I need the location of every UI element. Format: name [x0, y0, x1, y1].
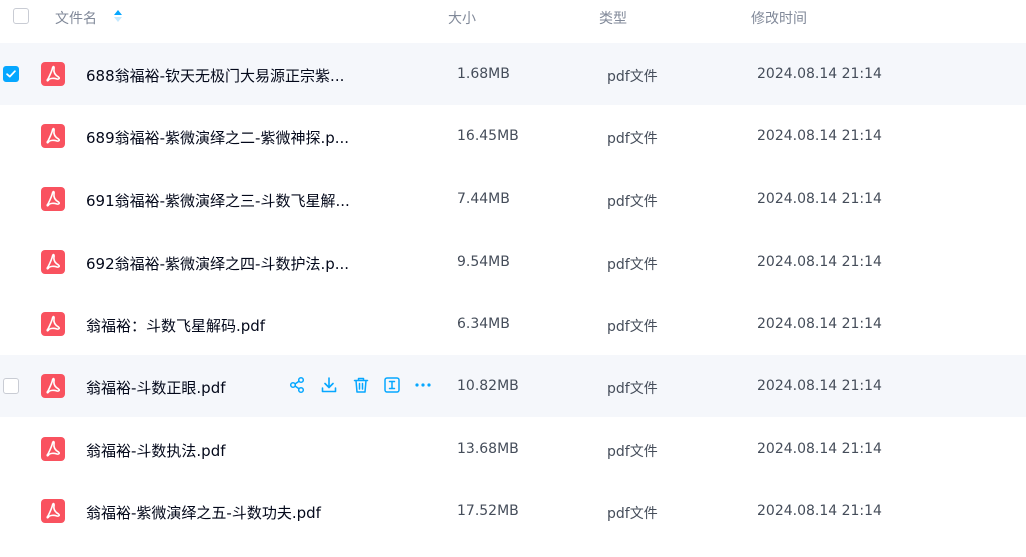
- file-name[interactable]: 翁福裕-紫微演绎之五-斗数功夫.pdf: [86, 502, 321, 523]
- file-size: 17.52MB: [457, 503, 519, 519]
- pdf-file-icon: [40, 373, 66, 399]
- file-modified-time: 2024.08.14 21:14: [757, 66, 882, 82]
- pdf-file-icon: [40, 186, 66, 212]
- table-header: 文件名 大小 类型 修改时间: [0, 0, 1026, 36]
- file-modified-time: 2024.08.14 21:14: [757, 254, 882, 270]
- file-type: pdf文件: [607, 131, 658, 147]
- file-type: pdf文件: [607, 506, 658, 522]
- file-type: pdf文件: [607, 69, 658, 85]
- file-row[interactable]: 688翁福裕-钦天无极门大易源正宗紫... 1.68MB pdf文件 2024.08.…: [0, 43, 1026, 105]
- row-checkbox[interactable]: [3, 66, 19, 82]
- file-type: pdf文件: [607, 194, 658, 210]
- file-name[interactable]: 翁福裕：斗数飞星解码.pdf: [86, 315, 265, 336]
- file-modified-time: 2024.08.14 21:14: [757, 441, 882, 457]
- column-header-modified[interactable]: 修改时间: [751, 8, 807, 28]
- file-size: 9.54MB: [457, 254, 510, 270]
- file-size: 1.68MB: [457, 66, 510, 82]
- sort-icon[interactable]: [113, 9, 123, 23]
- pdf-file-icon: [40, 498, 66, 524]
- file-table: 文件名 大小 类型 修改时间 688翁福裕-钦天无极门大易源正宗紫... 1.68…: [0, 0, 1026, 557]
- file-name[interactable]: 翁福裕-斗数执法.pdf: [86, 440, 226, 461]
- pdf-file-icon: [40, 436, 66, 462]
- select-all-checkbox[interactable]: [13, 8, 29, 24]
- file-modified-time: 2024.08.14 21:14: [757, 503, 882, 519]
- more-icon[interactable]: [413, 375, 433, 395]
- file-row[interactable]: 691翁福裕-紫微演绎之三-斗数飞星解... 7.44MB pdf文件 2024.08…: [0, 168, 1026, 230]
- file-modified-time: 2024.08.14 21:14: [757, 191, 882, 207]
- file-modified-time: 2024.08.14 21:14: [757, 316, 882, 332]
- file-name[interactable]: 691翁福裕-紫微演绎之三-斗数飞星解...: [86, 190, 350, 211]
- file-size: 13.68MB: [457, 441, 519, 457]
- column-header-type[interactable]: 类型: [599, 8, 627, 28]
- file-row[interactable]: 689翁福裕-紫微演绎之二-紫微神探.p... 16.45MB pdf文件 2024.…: [0, 105, 1026, 167]
- file-name[interactable]: 翁福裕-斗数正眼.pdf: [86, 377, 226, 398]
- file-row[interactable]: 692翁福裕-紫微演绎之四-斗数护法.p... 9.54MB pdf文件 2024.0…: [0, 231, 1026, 293]
- file-type: pdf文件: [607, 257, 658, 273]
- file-type: pdf文件: [607, 444, 658, 460]
- column-header-name[interactable]: 文件名: [55, 8, 97, 28]
- file-size: 6.34MB: [457, 316, 510, 332]
- pdf-file-icon: [40, 249, 66, 275]
- file-type: pdf文件: [607, 319, 658, 335]
- file-size: 7.44MB: [457, 191, 510, 207]
- file-row[interactable]: 翁福裕-斗数正眼.pdf 10.82MB pdf文件 2024.08.14 21:14: [0, 355, 1026, 417]
- file-type: pdf文件: [607, 381, 658, 397]
- pdf-file-icon: [40, 123, 66, 149]
- pdf-file-icon: [40, 61, 66, 87]
- row-checkbox[interactable]: [3, 378, 19, 394]
- file-size: 16.45MB: [457, 128, 519, 144]
- download-icon[interactable]: [319, 375, 339, 395]
- file-size: 10.82MB: [457, 378, 519, 394]
- rename-icon[interactable]: [382, 375, 402, 395]
- column-header-size[interactable]: 大小: [448, 8, 476, 28]
- share-icon[interactable]: [287, 375, 307, 395]
- pdf-file-icon: [40, 311, 66, 337]
- file-name[interactable]: 688翁福裕-钦天无极门大易源正宗紫...: [86, 65, 344, 86]
- delete-icon[interactable]: [351, 375, 371, 395]
- file-name[interactable]: 689翁福裕-紫微演绎之二-紫微神探.p...: [86, 127, 349, 148]
- file-row[interactable]: 翁福裕：斗数飞星解码.pdf 6.34MB pdf文件 2024.08.14 21:1…: [0, 293, 1026, 355]
- file-modified-time: 2024.08.14 21:14: [757, 378, 882, 394]
- file-row[interactable]: 翁福裕-紫微演绎之五-斗数功夫.pdf 17.52MB pdf文件 2024.08.1…: [0, 480, 1026, 542]
- file-name[interactable]: 692翁福裕-紫微演绎之四-斗数护法.p...: [86, 253, 349, 274]
- file-modified-time: 2024.08.14 21:14: [757, 128, 882, 144]
- file-row[interactable]: 翁福裕-斗数执法.pdf 13.68MB pdf文件 2024.08.14 21:14: [0, 418, 1026, 480]
